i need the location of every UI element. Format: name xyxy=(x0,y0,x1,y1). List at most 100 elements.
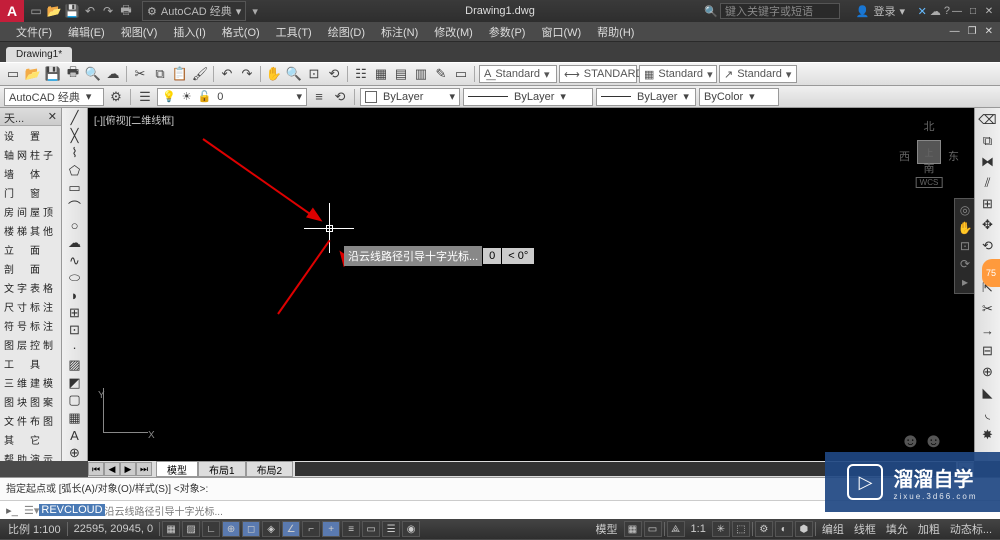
xline-icon[interactable]: ╳ xyxy=(65,127,85,143)
text-style-dropdown[interactable]: A͟Standard▾ xyxy=(479,65,557,83)
menu-view[interactable]: 视图(V) xyxy=(113,24,166,40)
sb-lock-icon[interactable]: ⬚ xyxy=(732,521,750,537)
undo-icon[interactable]: ↶ xyxy=(82,3,98,19)
panel-item[interactable]: 图块图案 xyxy=(0,392,61,411)
erase-icon[interactable]: ⌫ xyxy=(978,110,998,130)
mirror-icon[interactable]: ⧓ xyxy=(978,152,998,172)
menu-insert[interactable]: 插入(I) xyxy=(165,24,213,40)
panel-item[interactable]: 尺寸标注 xyxy=(0,297,61,316)
panel-item[interactable]: 工 具 xyxy=(0,354,61,373)
menu-file[interactable]: 文件(F) xyxy=(8,24,60,40)
panel-item[interactable]: 帮助演示 xyxy=(0,449,61,461)
line-icon[interactable]: ╱ xyxy=(65,110,85,126)
properties-icon[interactable]: ☷ xyxy=(352,65,370,83)
arc-icon[interactable]: ⌒ xyxy=(65,197,85,216)
sheet-icon[interactable]: ▥ xyxy=(412,65,430,83)
calc-icon[interactable]: ▭ xyxy=(452,65,470,83)
join-icon[interactable]: ⊕ xyxy=(978,362,998,382)
polar-button[interactable]: ⊕ xyxy=(222,521,240,537)
menu-edit[interactable]: 编辑(E) xyxy=(60,24,113,40)
minimize-icon[interactable]: ― xyxy=(950,4,964,18)
status-fill[interactable]: 填允 xyxy=(882,521,912,537)
zoom-prev-icon[interactable]: ⟲ xyxy=(325,65,343,83)
match-icon[interactable]: 🖌 xyxy=(191,65,209,83)
status-anno-scale[interactable]: 1:1 xyxy=(687,523,710,535)
welcome-icon[interactable]: ☻ xyxy=(900,430,921,453)
sb-hw-icon[interactable]: ◐ xyxy=(775,521,793,537)
side-panel-header[interactable]: 天...✕ xyxy=(0,108,61,126)
panel-item[interactable]: 房间屋顶 xyxy=(0,202,61,221)
layer-prev-icon[interactable]: ⟲ xyxy=(331,88,349,106)
app-icon[interactable]: A xyxy=(0,0,24,22)
sb-annovis-icon[interactable]: ✳ xyxy=(712,521,730,537)
ducs-button[interactable]: ⌐ xyxy=(302,521,320,537)
publish-icon[interactable]: ☁ xyxy=(104,65,122,83)
3dosnap-button[interactable]: ◈ xyxy=(262,521,280,537)
layout-tab-model[interactable]: 模型 xyxy=(156,461,198,477)
layout-tab-1[interactable]: 布局1 xyxy=(198,461,246,477)
new-icon[interactable]: ▭ xyxy=(4,65,22,83)
status-dynlabel[interactable]: 动态标... xyxy=(946,521,996,537)
menu-tools[interactable]: 工具(T) xyxy=(268,24,320,40)
sb-grid-icon[interactable]: ▦ xyxy=(624,521,642,537)
print-icon[interactable]: 🖶 xyxy=(64,65,82,83)
scroll-next-icon[interactable]: ▶ xyxy=(120,462,136,476)
panel-item[interactable]: 轴网柱子 xyxy=(0,145,61,164)
pline-icon[interactable]: ⌇ xyxy=(65,145,85,161)
dyn-button[interactable]: + xyxy=(322,521,340,537)
osnap-button[interactable]: ◻ xyxy=(242,521,260,537)
lwt-button[interactable]: ≡ xyxy=(342,521,360,537)
close-icon[interactable]: ✕ xyxy=(48,110,57,123)
login-area[interactable]: 👤 登录 ▾ xyxy=(856,3,905,19)
status-bold[interactable]: 加粗 xyxy=(914,521,944,537)
explode-icon[interactable]: ✸ xyxy=(978,425,998,445)
panel-item[interactable]: 楼梯其他 xyxy=(0,221,61,240)
panel-item[interactable]: 设 置 xyxy=(0,126,61,145)
sb-quickview-icon[interactable]: ▭ xyxy=(644,521,662,537)
orbit-icon[interactable]: ⟳ xyxy=(960,257,970,271)
sb-ws-icon[interactable]: ⚙ xyxy=(755,521,773,537)
offset-icon[interactable]: ⫽ xyxy=(978,173,998,193)
workspace-dropdown[interactable]: ⚙ AutoCAD 经典 ▾ xyxy=(142,1,246,21)
panel-item[interactable]: 门 窗 xyxy=(0,183,61,202)
exchange-icon[interactable]: ✕ xyxy=(918,5,927,18)
scroll-prev-icon[interactable]: ◀ xyxy=(104,462,120,476)
otrack-button[interactable]: ∠ xyxy=(282,521,300,537)
sb-iso-icon[interactable]: ⬢ xyxy=(795,521,813,537)
insert-icon[interactable]: ⊡ xyxy=(65,322,85,338)
menu-window[interactable]: 窗口(W) xyxy=(533,24,589,40)
drawing-canvas[interactable]: [-][俯视][二维线框] 沿云线路径引导十字光标... 0 < 0° Y X … xyxy=(88,108,974,461)
zoom-icon[interactable]: 🔍 xyxy=(285,65,303,83)
dim-style-dropdown[interactable]: ⟷STANDARD▾ xyxy=(559,65,637,83)
cut-icon[interactable]: ✂ xyxy=(131,65,149,83)
grid-button[interactable]: ▨ xyxy=(182,521,200,537)
document-tab[interactable]: Drawing1* xyxy=(6,47,72,62)
qp-button[interactable]: ☰ xyxy=(382,521,400,537)
save-icon[interactable]: 💾 xyxy=(64,3,80,19)
paste-icon[interactable]: 📋 xyxy=(171,65,189,83)
block-icon[interactable]: ⊞ xyxy=(65,305,85,321)
dyn-distance[interactable]: 0 xyxy=(483,248,501,264)
menu-help[interactable]: 帮助(H) xyxy=(589,24,642,40)
table-style-dropdown[interactable]: ▦Standard▾ xyxy=(639,65,717,83)
status-wire[interactable]: 线框 xyxy=(850,521,880,537)
polygon-icon[interactable]: ⬠ xyxy=(65,162,85,178)
panel-item[interactable]: 剖 面 xyxy=(0,259,61,278)
designcenter-icon[interactable]: ▦ xyxy=(372,65,390,83)
copy-icon[interactable]: ⧉ xyxy=(978,131,998,151)
workspace-dd[interactable]: AutoCAD 经典▾ xyxy=(4,88,104,106)
viewcube[interactable]: 北 西 东 上 南 WCS xyxy=(899,118,959,188)
lineweight-dropdown[interactable]: ByLayer▾ xyxy=(596,88,696,106)
menu-draw[interactable]: 绘图(D) xyxy=(320,24,373,40)
spline-icon[interactable]: ∿ xyxy=(65,252,85,268)
mdi-restore-icon[interactable]: ❐ xyxy=(965,26,980,37)
hatch-icon[interactable]: ▨ xyxy=(65,357,85,373)
open-icon[interactable]: 📂 xyxy=(24,65,42,83)
search-icon[interactable]: 🔍 xyxy=(704,5,718,18)
circle-icon[interactable]: ○ xyxy=(65,217,85,233)
new-icon[interactable]: ▭ xyxy=(28,3,44,19)
maximize-icon[interactable]: □ xyxy=(966,4,980,18)
help-badge[interactable]: 75 xyxy=(982,259,1000,287)
status-group[interactable]: 编组 xyxy=(818,521,848,537)
sb-anno-icon[interactable]: ⟁ xyxy=(667,521,685,537)
